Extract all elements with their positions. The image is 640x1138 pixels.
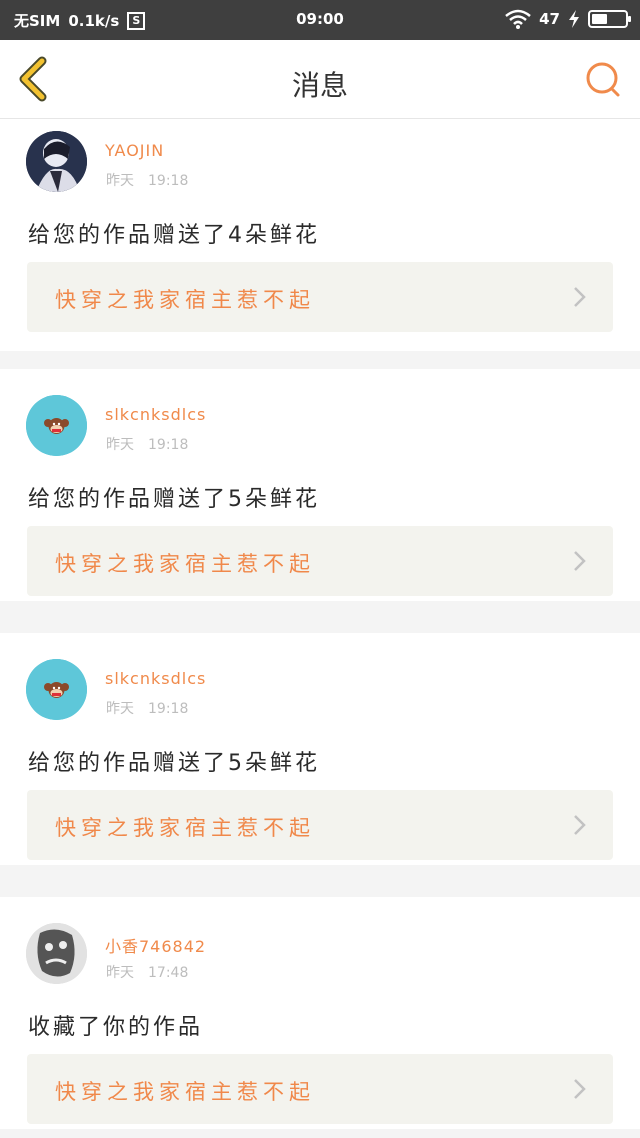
username[interactable]: slkcnksdlcs (105, 669, 206, 688)
user-avatar-image (26, 923, 87, 984)
message-card: slkcnksdlcs 昨天 19:18 给您的作品赠送了5朵鲜花 快穿之我家宿主… (0, 633, 640, 865)
timestamp: 昨天 19:18 (106, 434, 188, 454)
page-title: 消息 (291, 69, 348, 102)
username[interactable]: slkcnksdlcs (105, 405, 206, 424)
message-text: 给您的作品赠送了5朵鲜花 (28, 751, 320, 776)
charging-icon (569, 10, 579, 28)
timestamp: 昨天 19:18 (106, 698, 188, 718)
monkey-avatar-icon (26, 395, 87, 456)
nav-bar: 消息 (0, 40, 640, 119)
wifi-icon (505, 9, 531, 29)
back-button[interactable] (14, 56, 54, 102)
message-text: 给您的作品赠送了4朵鲜花 (28, 223, 320, 248)
battery-level (592, 14, 607, 24)
chevron-right-icon (574, 287, 586, 307)
battery-icon (588, 10, 631, 28)
chevron-right-icon (574, 815, 586, 835)
avatar[interactable] (26, 659, 87, 720)
work-title: 快穿之我家宿主惹不起 (55, 1080, 315, 1104)
timestamp-date: 昨天 (106, 965, 134, 981)
search-icon (586, 62, 620, 97)
work-title: 快穿之我家宿主惹不起 (55, 816, 315, 840)
work-link[interactable]: 快穿之我家宿主惹不起 (27, 262, 613, 332)
search-button[interactable] (584, 60, 624, 100)
username[interactable]: 小香746842 (105, 933, 206, 957)
message-card: 小香746842 昨天 17:48 收藏了你的作品 快穿之我家宿主惹不起 (0, 897, 640, 1129)
timestamp: 昨天 19:18 (106, 170, 188, 190)
timestamp-time: 19:18 (148, 173, 189, 189)
status-bar: 无SIM 0.1k/s S 09:00 47 (0, 0, 640, 40)
timestamp-time: 17:48 (148, 965, 189, 981)
battery-percent: 47 (539, 10, 560, 28)
message-card: YAOJIN 昨天 19:18 给您的作品赠送了4朵鲜花 快穿之我家宿主惹不起 (0, 119, 640, 351)
avatar[interactable] (26, 395, 87, 456)
work-link[interactable]: 快穿之我家宿主惹不起 (27, 1054, 613, 1124)
user-avatar-image (26, 131, 87, 192)
timestamp-time: 19:18 (148, 437, 189, 453)
work-title: 快穿之我家宿主惹不起 (55, 552, 315, 576)
timestamp-date: 昨天 (106, 701, 134, 717)
message-text: 收藏了你的作品 (28, 1015, 204, 1040)
avatar[interactable] (26, 131, 87, 192)
timestamp-time: 19:18 (148, 701, 189, 717)
work-link[interactable]: 快穿之我家宿主惹不起 (27, 526, 613, 596)
username[interactable]: YAOJIN (105, 141, 164, 160)
chevron-left-icon (19, 56, 47, 102)
avatar[interactable] (26, 923, 87, 984)
timestamp: 昨天 17:48 (106, 962, 188, 982)
message-text: 给您的作品赠送了5朵鲜花 (28, 487, 320, 512)
timestamp-date: 昨天 (106, 437, 134, 453)
timestamp-date: 昨天 (106, 173, 134, 189)
work-title: 快穿之我家宿主惹不起 (55, 288, 315, 312)
status-right: 47 (505, 9, 631, 29)
message-card: slkcnksdlcs 昨天 19:18 给您的作品赠送了5朵鲜花 快穿之我家宿主… (0, 369, 640, 601)
monkey-avatar-icon (26, 659, 87, 720)
work-link[interactable]: 快穿之我家宿主惹不起 (27, 790, 613, 860)
chevron-right-icon (574, 551, 586, 571)
chevron-right-icon (574, 1079, 586, 1099)
